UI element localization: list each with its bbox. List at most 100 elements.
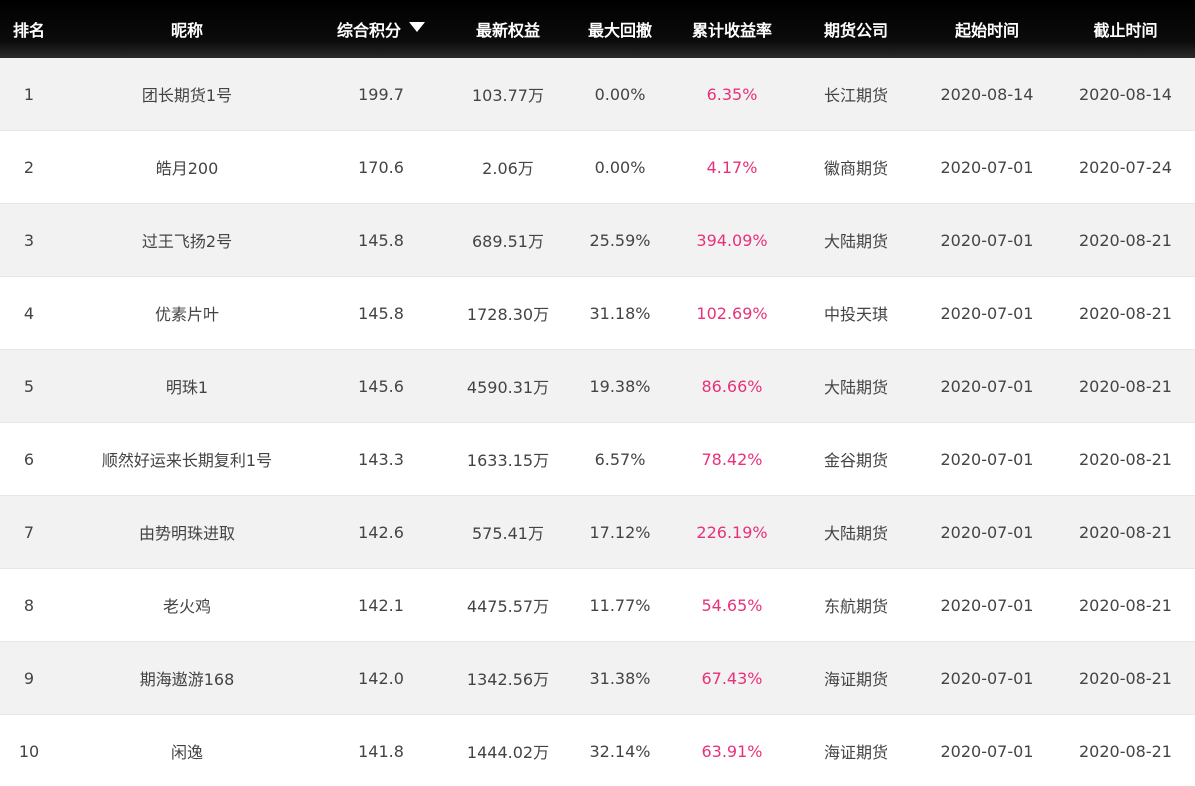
cell-rank: 1	[23, 84, 35, 104]
cell-company: 大陆期货	[823, 378, 888, 397]
cell-score: 142.1	[358, 595, 404, 615]
cell-return: 394.09%	[696, 230, 768, 250]
cell-company: 长江期货	[823, 86, 888, 105]
cell-drawdown: 25.59%	[589, 230, 651, 250]
table-row[interactable]: 4 优素片叶 145.8 1728.30万 31.18% 102.69% 中投天琪 2020-…	[0, 277, 1195, 350]
cell-equity: 4475.57万	[466, 597, 550, 616]
cell-company: 金谷期货	[823, 451, 888, 470]
cell-score: 142.6	[358, 522, 404, 542]
cell-company: 徽商期货	[823, 159, 888, 178]
cell-score: 145.8	[358, 303, 404, 323]
header-drawdown[interactable]: 最大回撤	[570, 17, 670, 41]
header-name[interactable]: 昵称	[58, 17, 316, 41]
cell-drawdown: 19.38%	[589, 376, 651, 396]
cell-name: 由势明珠进取	[138, 524, 235, 543]
cell-end: 2020-08-14	[1079, 84, 1172, 104]
cell-name: 优素片叶	[154, 305, 219, 324]
cell-equity: 1633.15万	[466, 451, 550, 470]
cell-rank: 9	[23, 668, 35, 688]
cell-name: 过王飞扬2号	[141, 232, 233, 251]
header-start[interactable]: 起始时间	[918, 17, 1056, 41]
cell-rank: 3	[23, 230, 35, 250]
cell-end: 2020-08-21	[1079, 449, 1172, 469]
cell-end: 2020-08-21	[1079, 595, 1172, 615]
cell-name: 团长期货1号	[141, 86, 233, 105]
table-row[interactable]: 7 由势明珠进取 142.6 575.41万 17.12% 226.19% 大陆期货 2020…	[0, 496, 1195, 569]
table-row[interactable]: 10 闲逸 141.8 1444.02万 32.14% 63.91% 海证期货 2020-07…	[0, 715, 1195, 786]
cell-end: 2020-08-21	[1079, 668, 1172, 688]
cell-name: 闲逸	[170, 743, 203, 762]
table-row[interactable]: 1 团长期货1号 199.7 103.77万 0.00% 6.35% 长江期货 2020-08…	[0, 58, 1195, 131]
header-rank[interactable]: 排名	[0, 17, 58, 41]
cell-name: 老火鸡	[162, 597, 211, 616]
ranking-table: 排名 昵称 综合积分 最新权益 最大回撤 累计收益率 期货公司 起始时间 截止时…	[0, 0, 1195, 786]
cell-return: 67.43%	[701, 668, 763, 688]
cell-drawdown: 0.00%	[594, 84, 646, 104]
cell-end: 2020-07-24	[1079, 157, 1172, 177]
cell-equity: 103.77万	[472, 86, 544, 105]
cell-company: 东航期货	[823, 597, 888, 616]
cell-equity: 4590.31万	[466, 378, 550, 397]
cell-company: 海证期货	[823, 670, 888, 689]
caret-down-icon[interactable]	[409, 22, 425, 32]
cell-start: 2020-07-01	[940, 376, 1034, 396]
cell-score: 199.7	[358, 84, 404, 104]
cell-score: 143.3	[358, 449, 404, 469]
cell-score: 145.8	[358, 230, 404, 250]
cell-return: 102.69%	[696, 303, 768, 323]
cell-equity: 2.06万	[482, 159, 534, 178]
cell-return: 54.65%	[701, 595, 763, 615]
header-end[interactable]: 截止时间	[1056, 17, 1195, 41]
cell-start: 2020-07-01	[940, 157, 1034, 177]
table-row[interactable]: 8 老火鸡 142.1 4475.57万 11.77% 54.65% 东航期货 2020-07…	[0, 569, 1195, 642]
cell-end: 2020-08-21	[1079, 741, 1172, 761]
cell-return: 86.66%	[701, 376, 763, 396]
cell-drawdown: 6.57%	[594, 449, 646, 469]
cell-rank: 7	[23, 522, 35, 542]
cell-score: 170.6	[358, 157, 404, 177]
cell-end: 2020-08-21	[1079, 303, 1172, 323]
table-row[interactable]: 9 期海遨游168 142.0 1342.56万 31.38% 67.43% 海证期货 202…	[0, 642, 1195, 715]
cell-start: 2020-07-01	[940, 595, 1034, 615]
table-row[interactable]: 6 顺然好运来长期复利1号 143.3 1633.15万 6.57% 78.42% 金谷期货…	[0, 423, 1195, 496]
table-row[interactable]: 2 皓月200 170.6 2.06万 0.00% 4.17% 徽商期货 2020-07-01…	[0, 131, 1195, 204]
cell-name: 明珠1	[165, 378, 209, 397]
header-equity[interactable]: 最新权益	[446, 17, 570, 41]
cell-start: 2020-07-01	[940, 449, 1034, 469]
cell-rank: 4	[23, 303, 35, 323]
cell-company: 海证期货	[823, 743, 888, 762]
cell-score: 142.0	[358, 668, 404, 688]
cell-start: 2020-07-01	[940, 303, 1034, 323]
cell-drawdown: 11.77%	[589, 595, 651, 615]
cell-return: 226.19%	[696, 522, 768, 542]
cell-start: 2020-07-01	[940, 741, 1034, 761]
table-header: 排名 昵称 综合积分 最新权益 最大回撤 累计收益率 期货公司 起始时间 截止时…	[0, 0, 1195, 58]
cell-start: 2020-07-01	[940, 522, 1034, 542]
header-return[interactable]: 累计收益率	[670, 17, 794, 41]
cell-company: 中投天琪	[823, 305, 888, 324]
cell-return: 63.91%	[701, 741, 763, 761]
header-score-sort[interactable]: 综合积分	[316, 17, 446, 41]
cell-drawdown: 31.18%	[589, 303, 651, 323]
cell-return: 6.35%	[706, 84, 758, 104]
cell-drawdown: 0.00%	[594, 157, 646, 177]
cell-drawdown: 31.38%	[589, 668, 651, 688]
cell-rank: 8	[23, 595, 35, 615]
cell-drawdown: 32.14%	[589, 741, 651, 761]
cell-score: 141.8	[358, 741, 404, 761]
header-company[interactable]: 期货公司	[794, 17, 918, 41]
cell-equity: 1444.02万	[466, 743, 550, 762]
cell-equity: 575.41万	[472, 524, 544, 543]
table-row[interactable]: 3 过王飞扬2号 145.8 689.51万 25.59% 394.09% 大陆期货 2020…	[0, 204, 1195, 277]
table-row[interactable]: 5 明珠1 145.6 4590.31万 19.38% 86.66% 大陆期货 2020-07…	[0, 350, 1195, 423]
header-score-label: 综合积分	[336, 21, 401, 40]
cell-name: 顺然好运来长期复利1号	[101, 451, 273, 470]
cell-start: 2020-08-14	[940, 84, 1034, 104]
cell-return: 4.17%	[706, 157, 758, 177]
cell-company: 大陆期货	[823, 524, 888, 543]
cell-equity: 689.51万	[472, 232, 544, 251]
cell-rank: 10	[18, 741, 40, 761]
cell-rank: 5	[23, 376, 35, 396]
cell-equity: 1342.56万	[466, 670, 550, 689]
cell-company: 大陆期货	[823, 232, 888, 251]
